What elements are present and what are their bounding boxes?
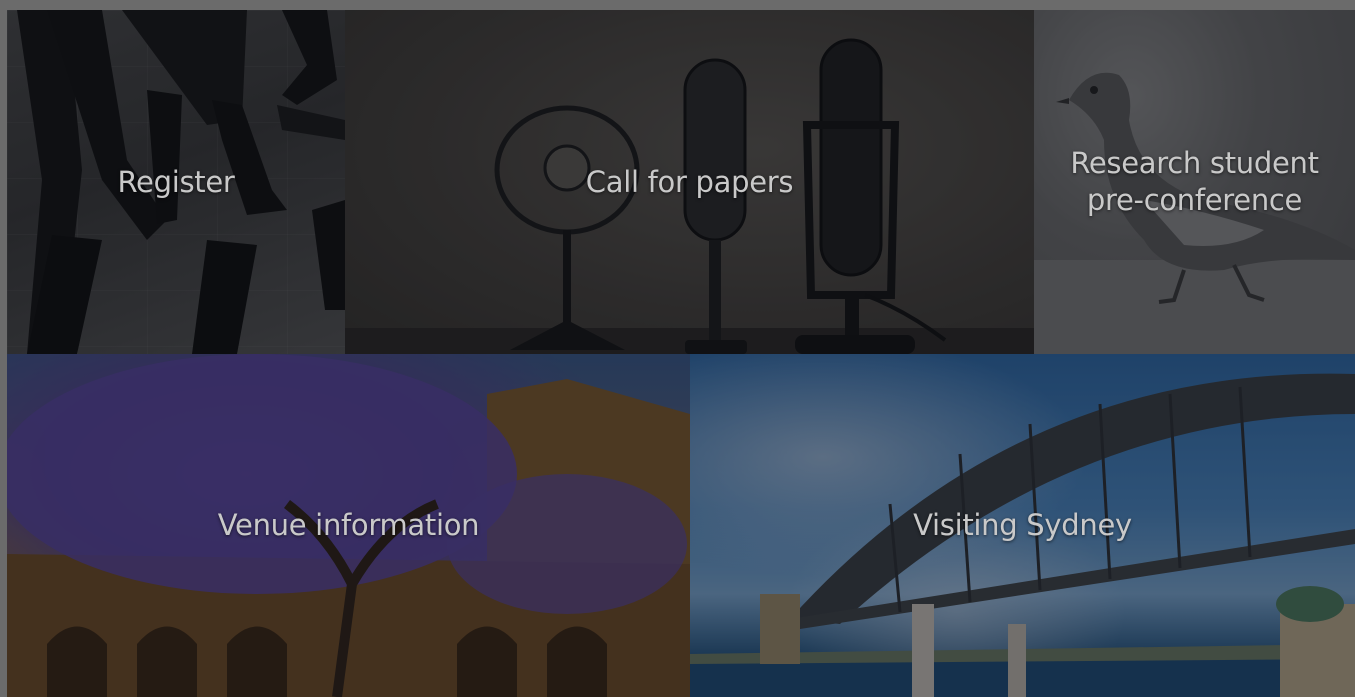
tile-call-for-papers[interactable]: Call for papers bbox=[345, 10, 1034, 354]
tile-label-research-student: Research student pre-conference bbox=[1070, 146, 1319, 217]
tile-label-visiting-sydney: Visiting Sydney bbox=[913, 508, 1132, 542]
tile-label-register: Register bbox=[117, 164, 235, 199]
tile-label-venue-information: Venue information bbox=[217, 508, 480, 542]
tile-visiting-sydney[interactable]: Visiting Sydney bbox=[690, 354, 1355, 697]
tile-venue-information[interactable]: Venue information bbox=[7, 354, 690, 697]
tile-label-call-for-papers: Call for papers bbox=[585, 164, 794, 199]
tile-register[interactable]: Register bbox=[7, 10, 345, 354]
page-backdrop: Register Call for papers Research studen… bbox=[0, 0, 1355, 697]
tile-research-student-pre-conference[interactable]: Research student pre-conference bbox=[1034, 10, 1355, 354]
